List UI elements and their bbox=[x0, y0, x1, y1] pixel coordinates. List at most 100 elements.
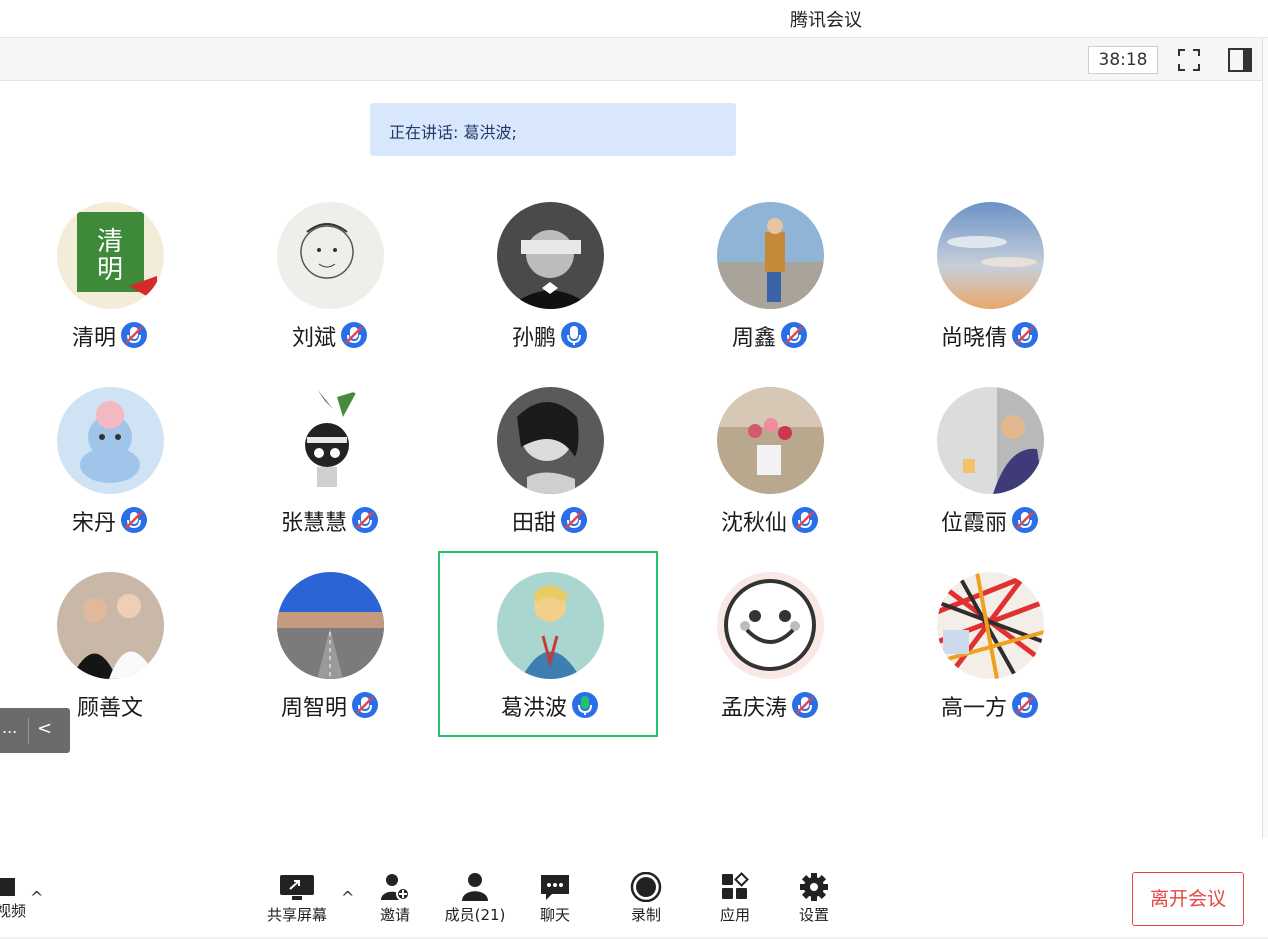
members-button[interactable]: 成员(21) bbox=[435, 872, 515, 925]
apps-icon bbox=[722, 872, 749, 899]
mic-muted-icon bbox=[1012, 692, 1038, 718]
avatar bbox=[57, 387, 164, 494]
avatar bbox=[497, 572, 604, 679]
participant-name: 清明 bbox=[71, 326, 116, 351]
participant-name: 孟庆涛 bbox=[720, 696, 787, 721]
collapse-chevron-icon[interactable]: < bbox=[37, 718, 52, 739]
mic-muted-icon bbox=[561, 507, 587, 533]
participant-tile[interactable]: 孟庆涛 bbox=[660, 553, 880, 739]
participant-name-line: 高一方 bbox=[880, 690, 1100, 722]
participant-name: 孙鹏 bbox=[511, 326, 556, 351]
record-button[interactable]: 录制 bbox=[606, 872, 686, 925]
more-dots[interactable]: ... bbox=[2, 718, 17, 737]
settings-button[interactable]: 设置 bbox=[774, 872, 854, 925]
floating-mini-panel[interactable]: ... < bbox=[0, 708, 70, 753]
participant-name-line: 田甜 bbox=[440, 505, 660, 537]
participant-name-line: 沈秋仙 bbox=[660, 505, 880, 537]
share-screen-label: 共享屏幕 bbox=[266, 906, 327, 924]
mic-muted-icon bbox=[121, 507, 147, 533]
participant-name: 葛洪波 bbox=[500, 696, 567, 721]
mic-speaking-icon bbox=[572, 692, 598, 718]
participant-name-line: 周鑫 bbox=[660, 320, 880, 352]
avatar bbox=[497, 202, 604, 309]
app-title: 腾讯会议 bbox=[790, 10, 862, 31]
avatar bbox=[937, 387, 1044, 494]
participant-name: 张慧慧 bbox=[280, 511, 347, 536]
participant-tile[interactable]: 周智明 bbox=[220, 553, 440, 739]
share-options-chevron-icon[interactable]: ^ bbox=[341, 888, 354, 907]
fullscreen-icon bbox=[1178, 49, 1200, 71]
leave-meeting-button[interactable]: 离开会议 bbox=[1132, 872, 1244, 926]
avatar bbox=[937, 572, 1044, 679]
mic-muted-icon bbox=[121, 322, 147, 348]
scrollbar[interactable] bbox=[1262, 38, 1268, 838]
chat-label: 聊天 bbox=[539, 906, 570, 924]
chat-icon bbox=[541, 875, 569, 900]
participant-name: 尚晓倩 bbox=[940, 326, 1007, 351]
mic-muted-icon bbox=[792, 692, 818, 718]
participant-name: 周智明 bbox=[280, 696, 347, 721]
mic-on-icon bbox=[561, 322, 587, 348]
participant-tile[interactable]: 宋丹 bbox=[0, 368, 220, 554]
participant-name-line: 宋丹 bbox=[0, 505, 220, 537]
participant-tile[interactable]: 高一方 bbox=[880, 553, 1100, 739]
avatar bbox=[717, 387, 824, 494]
svg-text:明: 明 bbox=[97, 255, 123, 285]
apps-label: 应用 bbox=[719, 906, 750, 924]
mic-muted-icon bbox=[1012, 507, 1038, 533]
participant-name: 位霞丽 bbox=[940, 511, 1007, 536]
participant-name: 田甜 bbox=[511, 511, 556, 536]
participant-name: 宋丹 bbox=[71, 511, 116, 536]
avatar bbox=[277, 387, 384, 494]
add-user-icon bbox=[381, 874, 410, 901]
participant-tile[interactable]: 田甜 bbox=[440, 368, 660, 554]
participant-name: 刘斌 bbox=[291, 326, 336, 351]
divider bbox=[28, 718, 29, 744]
meeting-topbar: 38:18 bbox=[0, 38, 1262, 81]
invite-button[interactable]: 邀请 bbox=[355, 872, 435, 925]
speaking-banner: 正在讲话: 葛洪波; bbox=[370, 103, 736, 156]
camera-icon bbox=[0, 878, 15, 896]
speaking-text: 正在讲话: 葛洪波; bbox=[389, 123, 517, 142]
participant-name: 周鑫 bbox=[731, 326, 776, 351]
record-label: 录制 bbox=[630, 906, 661, 924]
chat-button[interactable]: 聊天 bbox=[515, 872, 595, 925]
toggle-sidebar-button[interactable] bbox=[1226, 46, 1254, 74]
participant-tile[interactable]: 周鑫 bbox=[660, 183, 880, 369]
invite-label: 邀请 bbox=[379, 906, 410, 924]
participant-name: 高一方 bbox=[940, 696, 1007, 721]
participant-tile[interactable]: 尚晓倩 bbox=[880, 183, 1100, 369]
participant-tile[interactable]: 刘斌 bbox=[220, 183, 440, 369]
participant-name-line: 张慧慧 bbox=[220, 505, 440, 537]
avatar bbox=[277, 572, 384, 679]
participant-tile[interactable]: 葛洪波 bbox=[438, 551, 658, 737]
participant-name-line: 刘斌 bbox=[220, 320, 440, 352]
record-icon bbox=[630, 872, 662, 902]
avatar bbox=[717, 202, 824, 309]
title-bar: 腾讯会议 bbox=[0, 0, 1268, 38]
participant-name-line: 尚晓倩 bbox=[880, 320, 1100, 352]
mic-muted-icon bbox=[341, 322, 367, 348]
avatar: 清明 bbox=[57, 202, 164, 309]
members-icon bbox=[462, 873, 488, 901]
video-options-chevron-icon[interactable]: ^ bbox=[30, 888, 43, 907]
svg-text:清: 清 bbox=[97, 227, 123, 257]
participant-tile[interactable]: 沈秋仙 bbox=[660, 368, 880, 554]
participant-tile[interactable]: 清明清明 bbox=[0, 183, 220, 369]
avatar bbox=[57, 572, 164, 679]
participant-tile[interactable]: 张慧慧 bbox=[220, 368, 440, 554]
participant-name-line: 清明 bbox=[0, 320, 220, 352]
participant-name-line: 孙鹏 bbox=[440, 320, 660, 352]
participant-tile[interactable]: 孙鹏 bbox=[440, 183, 660, 369]
sidebar-panel-icon bbox=[1228, 48, 1252, 72]
participant-name: 沈秋仙 bbox=[720, 511, 787, 536]
share-screen-button[interactable]: 共享屏幕 bbox=[257, 872, 337, 925]
participant-tile[interactable]: 位霞丽 bbox=[880, 368, 1100, 554]
fullscreen-button[interactable] bbox=[1175, 46, 1203, 74]
apps-button[interactable]: 应用 bbox=[695, 872, 775, 925]
mic-muted-icon bbox=[792, 507, 818, 533]
participant-name-line: 孟庆涛 bbox=[660, 690, 880, 722]
meeting-timer: 38:18 bbox=[1088, 46, 1158, 74]
mic-muted-icon bbox=[781, 322, 807, 348]
participant-name: 顾善文 bbox=[76, 696, 143, 721]
